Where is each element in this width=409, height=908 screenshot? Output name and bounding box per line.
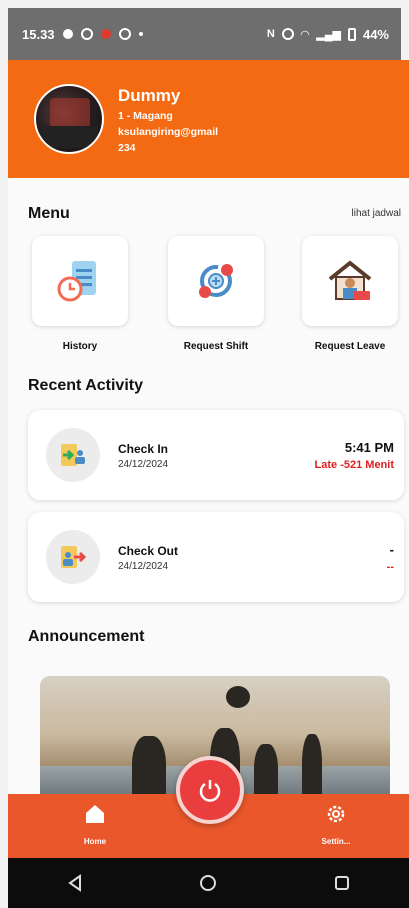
system-navigation-bar <box>8 858 409 908</box>
menu-title: Menu <box>28 205 70 222</box>
check-out-icon <box>46 530 100 584</box>
signal-icon: ▂▄▆ <box>316 28 341 41</box>
profile-name: Dummy <box>118 86 181 105</box>
activity-date: 24/12/2024 <box>118 459 169 470</box>
profile-role: 1 - Magang <box>118 110 173 122</box>
request-leave-icon <box>328 260 372 300</box>
activity-time: - <box>389 542 394 557</box>
power-button[interactable] <box>176 756 244 824</box>
battery-percent: 44% <box>362 26 389 42</box>
activity-item-check-out[interactable]: Check Out 24/12/2024 - -- <box>28 512 404 602</box>
activity-title: Check Out <box>118 544 179 558</box>
profile-id: 234 <box>118 142 136 154</box>
activity-status: Late -521 Menit <box>314 459 394 471</box>
history-icon <box>57 261 96 302</box>
avatar[interactable] <box>34 84 104 154</box>
announcement-title: Announcement <box>28 628 145 645</box>
menu-request-leave-label: Request Leave <box>314 341 386 352</box>
sync-notification-icon-2 <box>118 28 131 40</box>
more-notifications-icon <box>138 32 143 36</box>
status-time: 15.33 <box>22 26 55 42</box>
home-icon <box>86 805 104 823</box>
nav-settings-label: Settin... <box>321 837 351 846</box>
nav-home-label: Home <box>83 837 107 846</box>
activity-item-check-in[interactable]: Check In 24/12/2024 5:41 PM Late -521 Me… <box>28 410 404 500</box>
request-shift-icon <box>199 264 233 298</box>
activity-date: 24/12/2024 <box>118 561 169 572</box>
recent-activity-title: Recent Activity <box>28 377 143 394</box>
back-icon[interactable] <box>66 874 84 892</box>
recents-icon[interactable] <box>333 874 351 892</box>
activity-status: -- <box>386 561 394 573</box>
home-nav-icon[interactable] <box>199 874 217 892</box>
menu-history-label: History <box>62 341 98 352</box>
menu-request-leave-button[interactable] <box>302 236 398 326</box>
schedule-link[interactable]: lihat jadwal <box>352 208 401 219</box>
menu-history-button[interactable] <box>32 236 128 326</box>
battery-icon <box>347 27 356 41</box>
alert-notification-icon <box>100 29 111 39</box>
profile-email: ksulangiring@gmail <box>118 126 219 138</box>
gear-icon <box>327 805 345 823</box>
menu-request-shift-label: Request Shift <box>183 341 249 352</box>
profile-header: Dummy 1 - Magang ksulangiring@gmail 234 <box>8 60 409 178</box>
power-icon <box>199 780 221 802</box>
nfc-icon: N <box>266 28 275 40</box>
sync-notification-icon <box>80 28 93 40</box>
activity-time: 5:41 PM <box>344 440 394 455</box>
vibrate-icon <box>281 28 294 40</box>
nav-settings[interactable]: Settin... <box>306 802 366 846</box>
nav-home[interactable]: Home <box>65 802 125 846</box>
menu-request-shift-button[interactable] <box>168 236 264 326</box>
check-in-icon <box>46 428 100 482</box>
activity-title: Check In <box>118 442 169 456</box>
wifi-icon: ◠ <box>300 28 310 41</box>
status-bar: 15.33 N ◠ ▂▄▆ 44% <box>8 8 401 60</box>
chat-notification-icon <box>62 29 73 39</box>
main-content: Menu lihat jadwal History Request Shift … <box>8 178 409 806</box>
